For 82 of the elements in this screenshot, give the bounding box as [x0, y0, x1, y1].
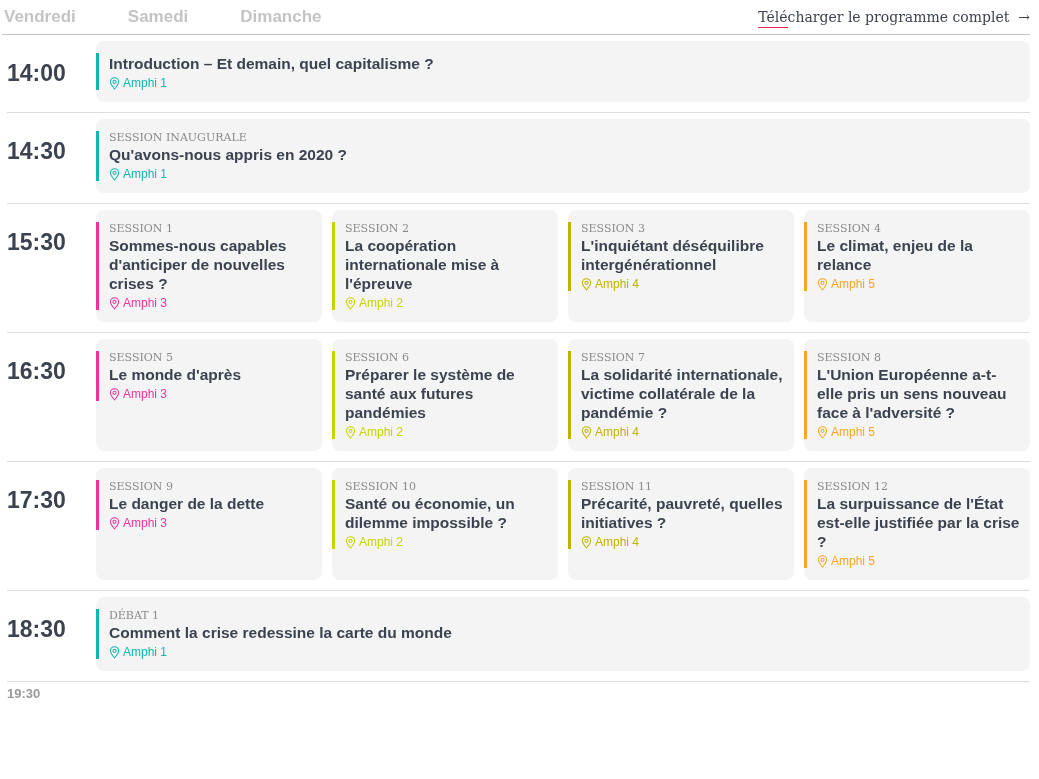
session-card[interactable]: SESSION 11 Précarité, pauvreté, quelles initiatives ? Amphi 4 — [568, 468, 794, 580]
time-label: 14:30 — [7, 137, 67, 165]
download-link[interactable]: Télécharger le programme complet → — [758, 9, 1030, 25]
session-label: DÉBAT 1 — [109, 609, 161, 622]
location-pin-icon — [817, 277, 828, 291]
session-label: SESSION 2 — [345, 222, 410, 235]
session-title: Comment la crise redessine la carte du monde — [109, 623, 453, 642]
room-label: Amphi 4 — [595, 277, 640, 291]
location-pin-icon — [345, 296, 356, 310]
location-pin-icon — [109, 516, 120, 530]
session-label: SESSION 4 — [817, 222, 882, 235]
location-pin-icon — [817, 554, 828, 568]
location-pin-icon — [109, 296, 120, 310]
room-label: Amphi 5 — [831, 554, 876, 568]
session-label: SESSION 7 — [581, 351, 646, 364]
session-label: SESSION 5 — [109, 351, 174, 364]
session-title: L'inquiétant déséquilibre intergénérationnel — [581, 236, 765, 274]
session-label: SESSION 11 — [581, 480, 653, 493]
session-card[interactable]: SESSION 7 La solidarité internationale, victime collatérale de la pandémie ? Amphi 4 — [568, 339, 794, 451]
time-label: 16:30 — [7, 357, 67, 385]
room-label: Amphi 1 — [123, 645, 168, 659]
session-label: SESSION 3 — [581, 222, 646, 235]
session-card[interactable]: SESSION 6 Préparer le système de santé aux futures pandémies Amphi 2 — [332, 339, 558, 451]
room-label: Amphi 5 — [831, 277, 876, 291]
session-card[interactable]: SESSION INAUGURALE Qu'avons-nous appris en 2020 ? Amphi 1 — [96, 119, 1030, 193]
location-pin-icon — [109, 387, 120, 401]
session-card[interactable]: Introduction – Et demain, quel capitalisme ? Amphi 1 — [96, 41, 1030, 102]
session-label: SESSION 12 — [817, 480, 889, 493]
room-label: Amphi 2 — [359, 296, 404, 310]
location-pin-icon — [109, 167, 120, 181]
room-label: Amphi 3 — [123, 296, 168, 310]
session-card[interactable]: SESSION 12 La surpuissance de l'État est-elle justifiée par la crise ? Amphi 5 — [804, 468, 1030, 580]
session-label: SESSION INAUGURALE — [109, 131, 248, 144]
session-label: SESSION 10 — [345, 480, 417, 493]
location-pin-icon — [581, 277, 592, 291]
session-label: SESSION 6 — [345, 351, 410, 364]
session-title: Précarité, pauvreté, quelles initiatives ? — [581, 494, 784, 532]
session-card[interactable]: DÉBAT 1 Comment la crise redessine la carte du monde Amphi 1 — [96, 597, 1030, 671]
location-pin-icon — [345, 535, 356, 549]
end-time-label: 19:30 — [7, 685, 42, 701]
session-title: Santé ou économie, un dilemme impossible ? — [345, 494, 516, 532]
session-label: SESSION 9 — [109, 480, 174, 493]
room-label: Amphi 4 — [595, 535, 640, 549]
time-label: 18:30 — [7, 615, 67, 643]
session-title: La solidarité internationale, victime collatérale de la pandémie ? — [581, 365, 784, 422]
location-pin-icon — [109, 76, 120, 90]
location-pin-icon — [817, 425, 828, 439]
location-pin-icon — [581, 535, 592, 549]
session-title: Sommes-nous capables d'anticiper de nouvelles crises ? — [109, 236, 288, 293]
room-label: Amphi 2 — [359, 535, 404, 549]
session-title: L'Union Européenne a-t-elle pris un sens nouveau face à l'adversité ? — [817, 365, 1008, 422]
session-label: SESSION 8 — [817, 351, 882, 364]
location-pin-icon — [109, 645, 120, 659]
session-card[interactable]: SESSION 1 Sommes-nous capables d'anticiper de nouvelles crises ? Amphi 3 — [96, 210, 322, 322]
session-title: Le monde d'après — [109, 365, 243, 384]
room-label: Amphi 5 — [831, 425, 876, 439]
session-title: Le danger de la dette — [109, 494, 266, 513]
room-label: Amphi 1 — [123, 167, 168, 181]
session-title: Qu'avons-nous appris en 2020 ? — [109, 145, 348, 164]
session-title: Le climat, enjeu de la relance — [817, 236, 974, 274]
session-card[interactable]: SESSION 10 Santé ou économie, un dilemme impossible ? Amphi 2 — [332, 468, 558, 580]
session-card[interactable]: SESSION 9 Le danger de la dette Amphi 3 — [96, 468, 322, 580]
room-label: Amphi 4 — [595, 425, 640, 439]
session-title: Préparer le système de santé aux futures pandémies — [345, 365, 516, 422]
session-card[interactable]: SESSION 4 Le climat, enjeu de la relance Amphi 5 — [804, 210, 1030, 322]
session-card[interactable]: SESSION 3 L'inquiétant déséquilibre intergénérationnel Amphi 4 — [568, 210, 794, 322]
time-label: 14:00 — [7, 59, 67, 87]
location-pin-icon — [581, 425, 592, 439]
session-card[interactable]: SESSION 8 L'Union Européenne a-t-elle pris un sens nouveau face à l'adversité ? Amphi 5 — [804, 339, 1030, 451]
session-title: La surpuissance de l'État est-elle justifiée par la crise ? — [817, 494, 1021, 551]
room-label: Amphi 3 — [123, 387, 168, 401]
session-label: SESSION 1 — [109, 222, 174, 235]
time-label: 15:30 — [7, 228, 67, 256]
room-label: Amphi 1 — [123, 76, 168, 90]
session-title: La coopération internationale mise à l'épreuve — [345, 236, 501, 293]
session-title: Introduction – Et demain, quel capitalisme ? — [109, 54, 435, 73]
room-label: Amphi 2 — [359, 425, 404, 439]
room-label: Amphi 3 — [123, 516, 168, 530]
time-label: 17:30 — [7, 486, 67, 514]
session-card[interactable]: SESSION 2 La coopération internationale mise à l'épreuve Amphi 2 — [332, 210, 558, 322]
session-card[interactable]: SESSION 5 Le monde d'après Amphi 3 — [96, 339, 322, 451]
location-pin-icon — [345, 425, 356, 439]
